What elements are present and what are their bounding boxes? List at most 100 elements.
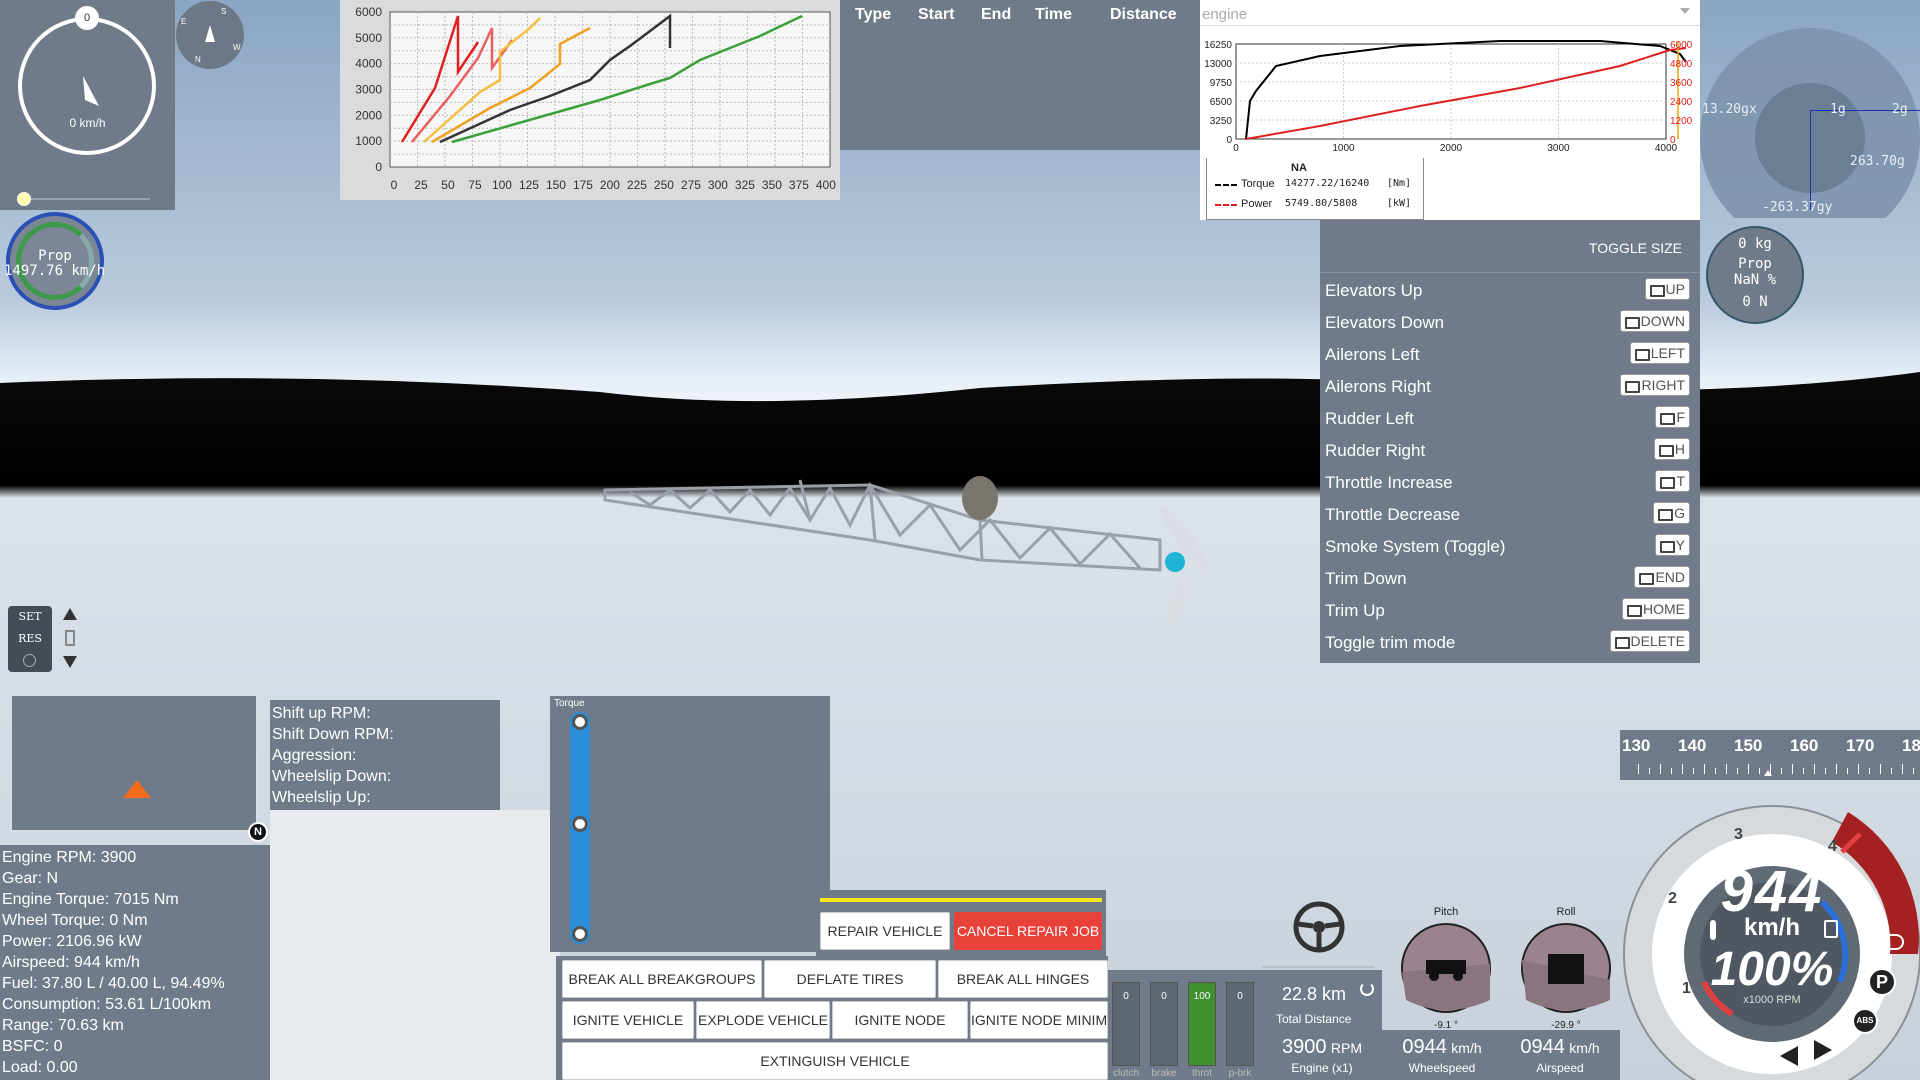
compass-w: W <box>233 43 241 52</box>
prop-mass: 0 kg <box>1738 236 1772 252</box>
keybind-row[interactable]: Throttle Decrease G <box>1320 500 1700 530</box>
trip-distance: 22.8 km <box>1282 984 1347 1004</box>
keybind-row[interactable]: Elevators Up UP <box>1320 276 1700 306</box>
gear-chart-x-tick: 125 <box>519 178 539 192</box>
keyboard-key-icon[interactable]: F <box>1655 406 1690 428</box>
engine-rpm-tick: 2000 <box>1440 143 1463 152</box>
keybind-label: Trim Up <box>1325 601 1385 620</box>
compass-e: E <box>181 17 186 26</box>
engine-torque-tick: 16250 <box>1204 40 1232 51</box>
tape-tick <box>1715 768 1716 774</box>
rpm-label: Engine (x1) <box>1291 1061 1353 1075</box>
nav-slider-track[interactable] <box>24 198 150 200</box>
gear-chart-x-tick: 150 <box>546 178 566 192</box>
keyboard-key-icon[interactable]: UP <box>1644 278 1690 300</box>
engine-rpm-tick: 1000 <box>1332 143 1355 152</box>
reset-trip-icon[interactable] <box>1360 982 1374 996</box>
pedal-value: 0 <box>1237 991 1243 1002</box>
tape-tick-label: 170 <box>1846 736 1875 755</box>
cruise-res-button[interactable]: RES <box>8 632 52 645</box>
gear-chart-y-tick: 3000 <box>355 83 382 97</box>
keyboard-key-icon[interactable]: RIGHT <box>1620 374 1690 396</box>
headlight-icon <box>1884 934 1904 950</box>
keybind-row[interactable]: Smoke System (Toggle) Y <box>1320 532 1700 562</box>
pitch-value: -9.1 ° <box>1433 1020 1458 1031</box>
gear-mark-3: 3 <box>1734 826 1743 843</box>
ignite-vehicle-button[interactable]: IGNITE VEHICLE <box>562 1001 694 1039</box>
keybind-row[interactable]: Ailerons Left LEFT <box>1320 340 1700 370</box>
cruise-value-box <box>65 630 75 646</box>
cancel-repair-button[interactable]: CANCEL REPAIR JOB <box>954 912 1102 950</box>
pedal-label: clutch <box>1112 1068 1140 1079</box>
engine-power-tick: 3600 <box>1670 78 1693 89</box>
break-breakgroups-button[interactable]: BREAK ALL BREAKGROUPS <box>562 960 762 998</box>
tape-tick <box>1682 764 1683 774</box>
shift-info-backdrop <box>270 810 560 1080</box>
vehicle-info-line: Range: 70.63 km <box>2 1017 124 1034</box>
keybind-row[interactable]: Throttle Increase T <box>1320 468 1700 498</box>
explode-vehicle-button[interactable]: EXPLODE VEHICLE <box>696 1001 830 1039</box>
right-signal-icon[interactable] <box>1814 1040 1832 1060</box>
keybind-row[interactable]: Toggle trim mode DELETE <box>1320 628 1700 658</box>
gear-chart-x-tick: 225 <box>627 178 647 192</box>
extinguish-vehicle-button[interactable]: EXTINGUISH VEHICLE <box>562 1042 1108 1080</box>
prop-info-label: Prop <box>1738 256 1772 272</box>
keybind-row[interactable]: Rudder Left F <box>1320 404 1700 434</box>
wheel-node-icon <box>572 714 588 730</box>
cruise-set-button[interactable]: SET <box>8 610 52 623</box>
cruise-down-icon[interactable] <box>63 656 77 668</box>
minimap[interactable] <box>10 694 258 832</box>
tape-tick <box>1693 768 1694 774</box>
ignite-node-button[interactable]: IGNITE NODE <box>832 1001 968 1039</box>
keyboard-key-icon[interactable]: H <box>1653 438 1690 460</box>
wheelspeed-value: 0944 <box>1402 1036 1447 1058</box>
repair-vehicle-button[interactable]: REPAIR VEHICLE <box>820 912 950 950</box>
gear-mark-4: 4 <box>1828 838 1837 855</box>
keyboard-key-icon[interactable]: G <box>1653 502 1690 524</box>
cruise-up-icon[interactable] <box>63 608 77 620</box>
tape-tick <box>1792 764 1793 774</box>
g-meter: 13.20gx 1g 2g 263.70g -263.37gy <box>1700 28 1920 218</box>
shift-down-rpm: Shift Down RPM: <box>272 726 394 743</box>
keyboard-key-icon[interactable]: HOME <box>1622 598 1690 620</box>
deflate-tires-button[interactable]: DEFLATE TIRES <box>764 960 936 998</box>
engine-dropdown[interactable]: engine <box>1200 0 1700 26</box>
legend-title: NA <box>1291 162 1307 174</box>
keyboard-key-icon[interactable]: T <box>1655 470 1690 492</box>
engine-torque-tick: 6500 <box>1210 97 1233 108</box>
pedals-panel: 0 clutch 0 brake 100 throt 0 p-brk <box>1108 970 1260 1080</box>
col-type: Type <box>855 6 892 23</box>
keyboard-key-icon[interactable]: DOWN <box>1619 310 1690 332</box>
left-signal-icon[interactable] <box>1780 1046 1798 1066</box>
heading-dial <box>18 17 156 155</box>
keybind-label: Throttle Decrease <box>1325 505 1461 524</box>
keyboard-key-icon[interactable]: END <box>1634 566 1690 588</box>
keybind-row[interactable]: Trim Up HOME <box>1320 596 1700 626</box>
g-bottom: -263.37gy <box>1762 200 1833 215</box>
gear-chart-x-tick: 50 <box>441 178 455 192</box>
shift-info: Shift up RPM: Shift Down RPM: Aggression… <box>270 700 500 810</box>
nav-slider-handle[interactable] <box>17 192 31 206</box>
gear-chart-x-tick: 275 <box>681 178 701 192</box>
airspeed-unit: km/h <box>1569 1040 1600 1056</box>
keybind-row[interactable]: Trim Down END <box>1320 564 1700 594</box>
keyboard-key-icon[interactable]: Y <box>1654 534 1690 556</box>
airspeed-value: 0944 <box>1520 1036 1565 1058</box>
keyboard-key-icon[interactable]: DELETE <box>1609 630 1690 652</box>
airspeed-label: Airspeed <box>1536 1061 1584 1075</box>
keybind-row[interactable]: Elevators Down DOWN <box>1320 308 1700 338</box>
keybind-row[interactable]: Rudder Right H <box>1320 436 1700 466</box>
prop-info: 0 kg Prop NaN % 0 N <box>1706 226 1804 324</box>
legend-power-unit: [kW] <box>1387 198 1412 209</box>
keyboard-key-icon[interactable]: LEFT <box>1629 342 1690 364</box>
toggle-size-button[interactable]: TOGGLE SIZE <box>1589 240 1682 256</box>
break-hinges-button[interactable]: BREAK ALL HINGES <box>938 960 1108 998</box>
gear-chart-x-tick: 400 <box>816 178 836 192</box>
tape-tick-label: 150 <box>1734 736 1763 755</box>
engine-curve: 16250 13000 9750 6500 3250 0 6000 4800 3600 2400… <box>1204 40 1693 152</box>
ignite-node-min-button[interactable]: IGNITE NODE MINIM <box>970 1001 1108 1039</box>
keybind-row[interactable]: Ailerons Right RIGHT <box>1320 372 1700 402</box>
tape-tick <box>1880 764 1881 774</box>
gear-chart-panel: 6000 5000 4000 3000 2000 1000 0 0 25 50 75 100 125 1… <box>340 0 840 200</box>
rpm-unit: RPM <box>1330 1040 1363 1056</box>
